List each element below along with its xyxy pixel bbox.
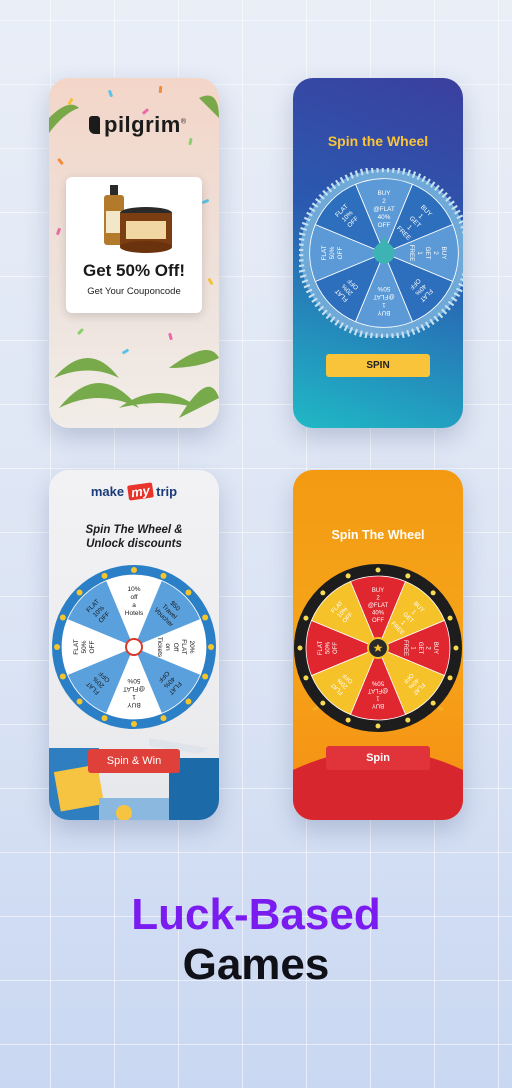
spin-and-win-button[interactable]: Spin & Win bbox=[88, 749, 180, 773]
heading-line-2: Games bbox=[182, 940, 330, 989]
wheel-light bbox=[430, 700, 436, 706]
wheel-light bbox=[405, 573, 411, 579]
product-image bbox=[104, 185, 172, 253]
spin-button-orange[interactable]: Spin bbox=[326, 746, 430, 770]
wheel-light bbox=[101, 572, 108, 579]
wheel-light bbox=[447, 615, 453, 621]
wheel-light bbox=[297, 645, 303, 651]
prize-wheel[interactable]: BUY 2 @FLAT 40% OFFBUY1GET1FREEBUY2GET1FREEF… bbox=[299, 168, 463, 338]
travel-collage bbox=[49, 738, 219, 820]
wheel-light bbox=[453, 645, 459, 651]
wheel-light bbox=[54, 644, 60, 650]
wheel-light bbox=[101, 715, 108, 722]
wheel-light bbox=[76, 589, 83, 596]
wheel-light bbox=[208, 644, 214, 650]
wheel-light bbox=[303, 675, 309, 681]
wheel-light bbox=[131, 567, 137, 573]
wheel-light bbox=[185, 589, 192, 596]
makemytrip-logo: make my trip bbox=[49, 482, 219, 501]
mmt-title: Spin The Wheel & Unlock discounts bbox=[49, 523, 219, 551]
offer-subtext: Get Your Couponcode bbox=[87, 286, 181, 297]
wheel-light bbox=[375, 567, 381, 573]
pilgrim-card[interactable]: pilgrim® Get 50% Off! Get Your Couponcod… bbox=[49, 78, 219, 428]
prize-wheel-orange[interactable]: BUY 2 @FLAT 40% OFFBUY1GET1FREEBUY2GET1FREEF… bbox=[293, 563, 463, 733]
logo-trip: trip bbox=[156, 484, 178, 499]
wheel-light bbox=[59, 614, 66, 621]
wheel-light bbox=[430, 590, 436, 596]
pilgrim-brand-text: pilgrim bbox=[104, 112, 181, 137]
wheel-title-orange: Spin The Wheel bbox=[331, 528, 425, 542]
wheel-light bbox=[185, 698, 192, 705]
wheel-light bbox=[405, 717, 411, 723]
heading-line-1: Luck-Based bbox=[131, 890, 381, 939]
wheel-light bbox=[345, 573, 351, 579]
wheel-segment-label: FLAT50%OFF bbox=[73, 639, 96, 654]
wheel-segment-label: BUY2GET1FREE bbox=[408, 245, 447, 262]
wheel-segment-label: FLAT50%OFF bbox=[318, 641, 339, 656]
wheel-light bbox=[160, 715, 167, 722]
wheel-light bbox=[202, 673, 209, 680]
pilgrim-logo: pilgrim® bbox=[89, 112, 187, 138]
wheel-segment-label: FLAT50%OFF bbox=[321, 245, 344, 260]
wheel-light bbox=[202, 614, 209, 621]
offer-box[interactable]: Get 50% Off! Get Your Couponcode bbox=[66, 177, 202, 313]
wheel-segment-label: BUY2GET1FREE bbox=[402, 640, 438, 656]
wheel-light bbox=[345, 717, 351, 723]
wheel-light bbox=[320, 700, 326, 706]
wheel-light bbox=[131, 721, 137, 727]
logo-make: make bbox=[90, 484, 125, 499]
mmt-title-line1: Spin The Wheel & bbox=[85, 524, 183, 536]
wheel-light bbox=[59, 673, 66, 680]
wheel-title: Spin the Wheel bbox=[327, 133, 429, 149]
prize-wheel-mmt[interactable]: 10% off a Hotels$50TravelVoucher20%FLATOffo… bbox=[49, 562, 219, 732]
wheel-light bbox=[447, 675, 453, 681]
pilgrim-mark-icon bbox=[89, 116, 100, 134]
wheel-light bbox=[375, 723, 381, 729]
mmt-title-line2: Unlock discounts bbox=[86, 538, 182, 550]
blue-wheel-card[interactable]: Spin the Wheel BUY 2 @FLAT 40% OFF BUY1GET1FR… bbox=[293, 78, 463, 428]
wheel-light bbox=[160, 572, 167, 579]
spin-button[interactable]: SPIN bbox=[326, 354, 430, 377]
wheel-light bbox=[303, 615, 309, 621]
orange-wheel-card[interactable]: Spin The Wheel BUY 2 @FLAT 40% OFF BUY1GET1FR… bbox=[293, 470, 463, 820]
wheel-light bbox=[320, 590, 326, 596]
wheel-light bbox=[76, 698, 83, 705]
logo-my: my bbox=[126, 482, 154, 501]
makemytrip-card[interactable]: make my trip Spin The Wheel & Unlock dis… bbox=[49, 470, 219, 820]
offer-headline: Get 50% Off! bbox=[82, 261, 186, 280]
trademark-symbol: ® bbox=[180, 118, 187, 126]
